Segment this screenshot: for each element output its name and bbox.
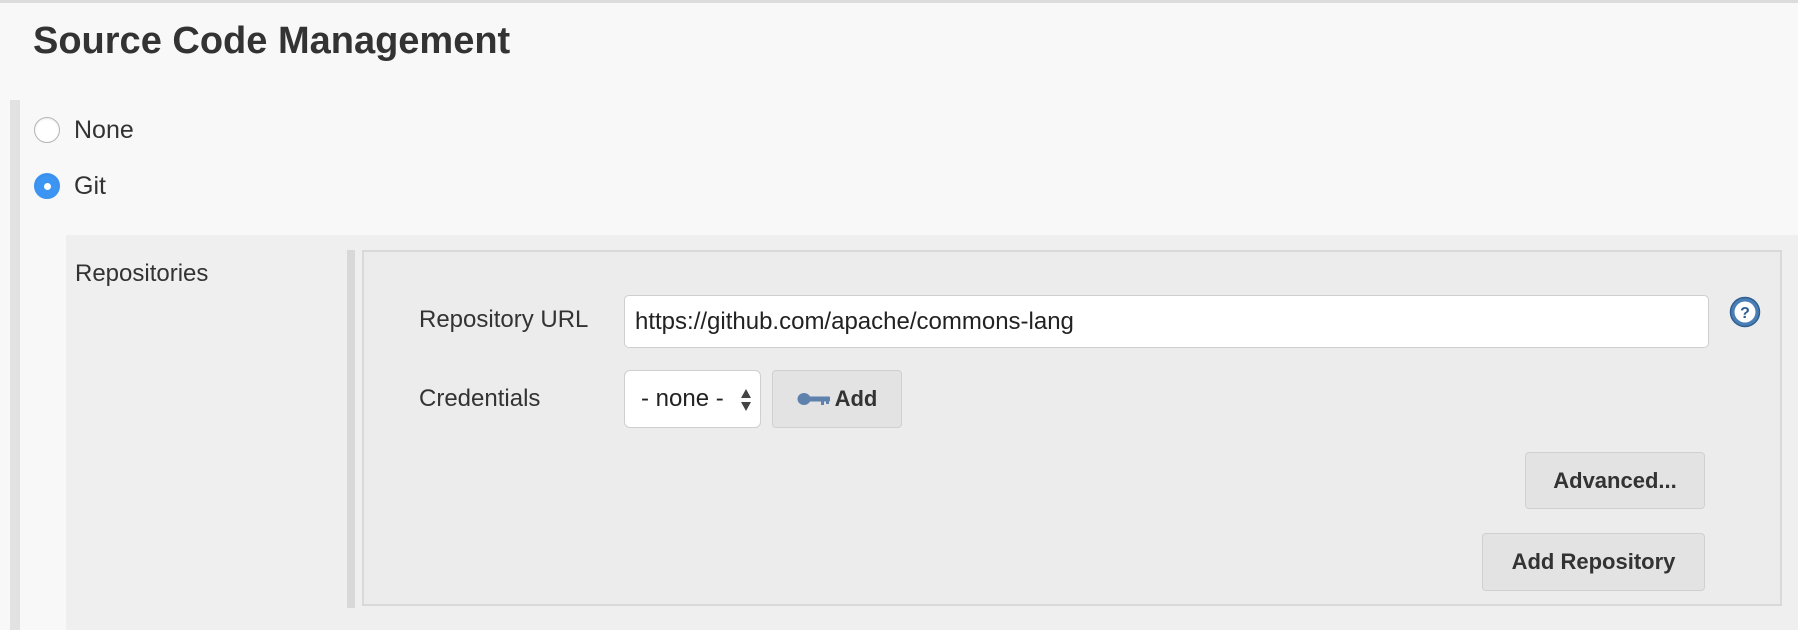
repository-block-bar bbox=[347, 250, 355, 608]
section-title: Source Code Management bbox=[33, 20, 511, 62]
credentials-label: Credentials bbox=[419, 385, 541, 412]
top-divider bbox=[0, 0, 1798, 3]
radio-none[interactable] bbox=[34, 117, 60, 143]
key-icon bbox=[797, 393, 830, 405]
add-repository-button[interactable]: Add Repository bbox=[1482, 533, 1705, 591]
repositories-label: Repositories bbox=[75, 260, 209, 287]
advanced-button[interactable]: Advanced... bbox=[1525, 452, 1705, 509]
add-credentials-label: Add bbox=[834, 386, 878, 411]
credentials-select[interactable]: - none - bbox=[624, 370, 761, 428]
radio-git-label: Git bbox=[74, 171, 106, 200]
radio-git[interactable] bbox=[34, 173, 60, 199]
scm-option-none[interactable]: None bbox=[34, 114, 134, 146]
help-icon[interactable]: ? bbox=[1729, 296, 1761, 328]
repository-url-input[interactable] bbox=[624, 295, 1709, 348]
section-left-bar bbox=[10, 100, 20, 630]
credentials-select-value: - none - bbox=[641, 385, 724, 412]
svg-text:?: ? bbox=[1740, 305, 1750, 322]
radio-none-label: None bbox=[74, 115, 134, 144]
up-down-arrows-icon bbox=[741, 389, 751, 411]
scm-option-git[interactable]: Git bbox=[34, 170, 106, 202]
add-credentials-button[interactable]: Add bbox=[772, 370, 902, 428]
repository-url-label: Repository URL bbox=[419, 306, 589, 333]
